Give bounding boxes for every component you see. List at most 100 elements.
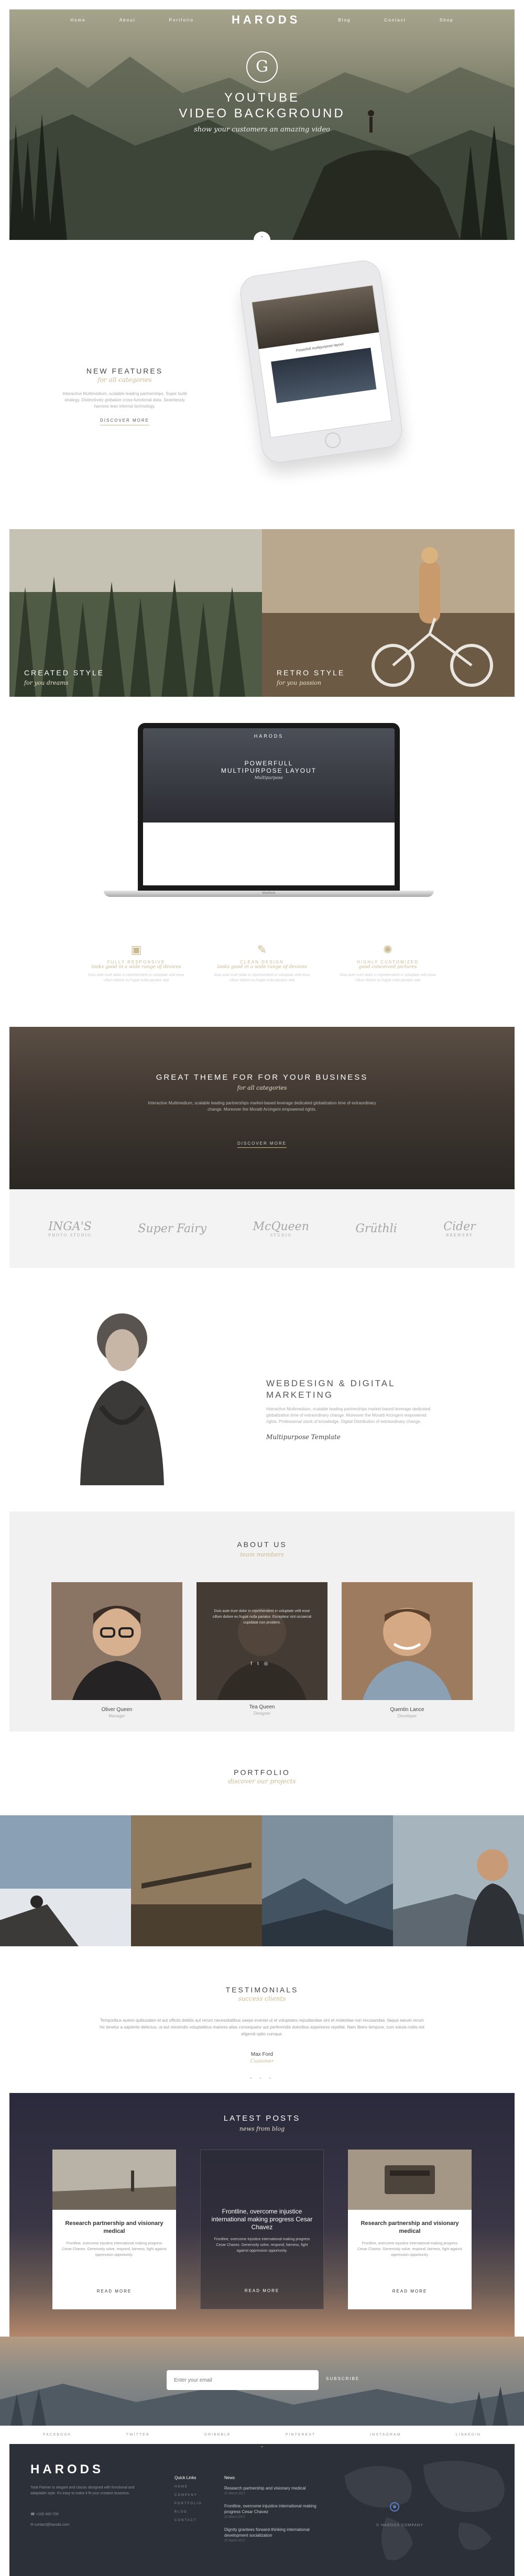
client-logo-super-fairy[interactable]: Super Fairy [138, 1222, 206, 1235]
social-link-pinterest[interactable]: PINTEREST [286, 2433, 315, 2437]
news-item-title: Dignity grantees forward-thinking intern… [224, 2527, 310, 2538]
post-card[interactable]: Research partnership and visionary medic… [348, 2150, 472, 2309]
world-map-image [345, 2461, 505, 2560]
nav-item-shop[interactable]: Shop [440, 18, 454, 23]
laptop-screen: HARODS POWERFULL MULTIPURPOSE LAYOUT Mul… [138, 723, 400, 891]
hero-title-line2: VIDEO BACKGROUND [179, 106, 345, 120]
newsletter-section: SUBSCRIBE [0, 2337, 524, 2426]
footer-link[interactable]: HOME [174, 2485, 222, 2489]
team-member-card[interactable]: Quentin Lance Developer [342, 1582, 473, 1718]
social-link-dribbble[interactable]: DRIBBBLE [204, 2433, 231, 2437]
social-link-facebook[interactable]: FACEBOOK [43, 2433, 72, 2437]
great-discover-button[interactable]: DISCOVER MORE [237, 1141, 287, 1148]
feature-title: FULLY RESPONSIVE [107, 960, 166, 964]
great-subtitle: for all categories [237, 1084, 287, 1091]
nav-item-contact[interactable]: Contact [384, 18, 406, 23]
footer-link[interactable]: COMPANY [174, 2494, 222, 2497]
footer-about: Total Partner is elegant and classic des… [30, 2486, 135, 2495]
laptop-brand: HARODS [254, 733, 284, 739]
social-link-linkedin[interactable]: LINKEDIN [456, 2433, 481, 2437]
client-logo-ingas[interactable]: INGA'S PHOTO STUDIO [48, 1220, 92, 1237]
footer-link[interactable]: BLOG [174, 2511, 222, 2514]
feature-body: Duis aute irure dolor in reprehenderit i… [88, 973, 184, 982]
footer-email[interactable]: ✉ contact@harods.com [30, 2523, 69, 2527]
nav-item-portfolio[interactable]: Portfolio [169, 18, 194, 23]
quick-links-title: Quick Links [174, 2475, 196, 2480]
feature-customized: ✺ HIGHLY CUSTOMIZED good conceived pictu… [335, 943, 440, 1006]
footer-email-text: contact@harods.com [34, 2523, 70, 2527]
image-icon: ▣ [130, 943, 142, 956]
features-text: NEW FEATURES for all categories Interact… [59, 367, 190, 425]
instagram-icon[interactable]: ◎ [264, 1661, 274, 1666]
social-link-instagram[interactable]: INSTAGRAM [370, 2433, 401, 2437]
feature-subtitle: looks good in a wide range of devices [91, 964, 181, 970]
portfolio-item[interactable] [131, 1815, 262, 1946]
client-logo-mcqueen[interactable]: McQueen STUDIO [253, 1220, 309, 1237]
post-title[interactable]: Frontline, overcome injustice internatio… [208, 2208, 316, 2231]
facebook-icon[interactable]: f [251, 1661, 258, 1666]
post-excerpt: Frontline, overcome injustice internatio… [214, 2238, 310, 2253]
portfolio-title: PORTFOLIO [234, 1768, 290, 1777]
feature-title: CLEAN DESIGN [240, 960, 284, 964]
client-name: INGA'S [48, 1220, 92, 1233]
team-member-card[interactable]: Duis aute irure dolor in reprehenderit i… [196, 1582, 328, 1718]
read-more-button[interactable]: READ MORE [348, 2289, 472, 2294]
read-more-button[interactable]: READ MORE [201, 2288, 323, 2293]
features-body: Interactive Multimedium, scalable leadin… [62, 391, 187, 409]
site-footer: ⌄ HARODS Total Partner is elegant and cl… [9, 2444, 515, 2576]
post-card-featured[interactable]: Frontline, overcome injustice internatio… [200, 2150, 324, 2309]
nav-item-home[interactable]: Home [70, 18, 85, 23]
retro-style-tile[interactable]: RETRO STYLE for you passion [262, 529, 515, 697]
footer-link[interactable]: PORTFOLIO [174, 2502, 222, 2505]
post-excerpt: Frontline, overcome injustice internatio… [357, 2242, 462, 2257]
client-logo-gruthli[interactable]: Grüthli [355, 1222, 397, 1235]
footer-news-item[interactable]: Dignity grantees forward-thinking intern… [224, 2527, 329, 2544]
footer-logo[interactable]: HARODS [30, 2462, 104, 2477]
nav-item-about[interactable]: About [119, 18, 136, 23]
created-style-title: CREATED STYLE [24, 668, 105, 677]
footer-address: © HARODS COMPANY [376, 2524, 423, 2527]
portfolio-item[interactable] [262, 1815, 393, 1946]
post-card[interactable]: Research partnership and visionary medic… [52, 2150, 176, 2309]
footer-link[interactable]: CONTACT [174, 2519, 222, 2522]
footer-news-item[interactable]: Frontline, overcome injustice internatio… [224, 2503, 329, 2520]
client-name: Super Fairy [138, 1222, 207, 1235]
read-more-button[interactable]: READ MORE [52, 2289, 176, 2294]
post-title[interactable]: Research partnership and visionary medic… [60, 2220, 169, 2235]
social-link-twitter[interactable]: TWITTER [126, 2433, 150, 2437]
testimonial-pagination[interactable]: • • • [9, 2076, 515, 2081]
features-title: NEW FEATURES [86, 367, 163, 375]
member-photo [51, 1582, 182, 1700]
team-member-card[interactable]: Oliver Queen Manager [51, 1582, 182, 1718]
client-name: McQueen [253, 1220, 309, 1233]
webdesign-body: Interactive Multimedium, scalable leadin… [266, 1407, 431, 1424]
site-logo[interactable]: HARODS [232, 13, 300, 27]
subscribe-button[interactable]: SUBSCRIBE [326, 2376, 359, 2381]
laptop-headline-line2: MULTIPURPOSE LAYOUT [221, 767, 317, 774]
member-name: Oliver Queen [101, 1707, 133, 1713]
client-name: Grüthli [355, 1222, 397, 1235]
hero-content: G YOUTUBE VIDEO BACKGROUND show your cus… [9, 51, 515, 134]
nav-item-blog[interactable]: Blog [338, 18, 351, 23]
post-title[interactable]: Research partnership and visionary medic… [355, 2220, 464, 2235]
client-logo-cider[interactable]: Cider BREWERY [443, 1220, 476, 1237]
portfolio-item[interactable] [0, 1815, 131, 1946]
phone-icon: ☎ [30, 2513, 36, 2516]
member-name: Quentin Lance [390, 1707, 424, 1713]
laptop-headline-line1: POWERFULL [244, 760, 293, 767]
portfolio-subtitle: discover our projects [228, 1778, 296, 1785]
newsletter-email-input[interactable] [167, 2370, 319, 2390]
created-style-tile[interactable]: CREATED STYLE for you dreams [9, 529, 262, 697]
twitter-icon[interactable]: t [257, 1661, 264, 1666]
posts-title: LATEST POSTS [223, 2114, 301, 2123]
footer-news-item[interactable]: Research partnership and visionary medic… [224, 2485, 329, 2497]
portfolio-item[interactable] [393, 1815, 524, 1946]
client-name: Cider [443, 1220, 476, 1233]
discover-more-button[interactable]: DISCOVER MORE [100, 416, 149, 425]
back-to-top-icon[interactable]: ⌄ [254, 2444, 270, 2452]
member-role: Manager [108, 1714, 125, 1718]
webdesign-title-line1: WEBDESIGN & DIGITAL [266, 1378, 396, 1388]
feature-responsive: ▣ FULLY RESPONSIVE looks good in a wide … [84, 943, 189, 1006]
hero-emblem-icon: G [246, 51, 278, 83]
about-section: ABOUT US team members Oliver Queen Manag… [9, 1511, 515, 1731]
